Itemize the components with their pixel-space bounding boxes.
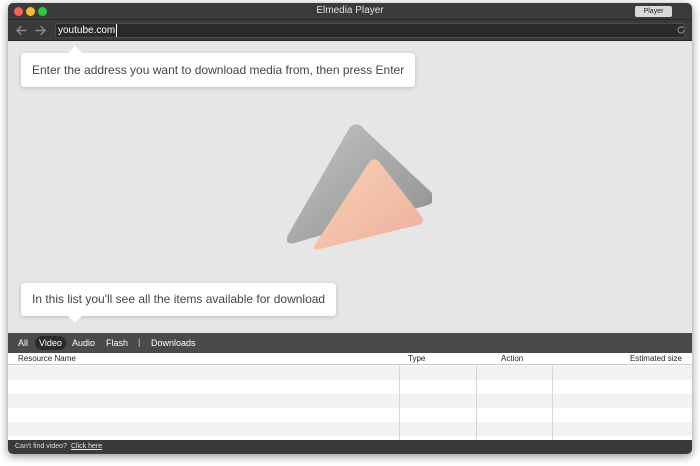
status-text: Can't find video? xyxy=(15,443,67,450)
column-header-type[interactable]: Type xyxy=(408,353,430,365)
filter-separator: | xyxy=(138,337,141,347)
player-button[interactable]: Player xyxy=(635,6,672,17)
column-header-estimated-size[interactable]: Estimated size xyxy=(630,353,682,365)
window-title: Elmedia Player xyxy=(316,5,384,16)
filter-video-tab[interactable]: Video xyxy=(35,336,66,350)
table-row xyxy=(8,380,692,394)
resource-table: Resource Name Type Action Estimated size xyxy=(8,353,692,440)
table-row xyxy=(8,394,692,408)
address-bar: youtube.com xyxy=(8,20,692,41)
column-divider xyxy=(476,353,477,440)
back-arrow-icon[interactable] xyxy=(14,24,28,37)
title-bar: Elmedia Player Player xyxy=(8,3,692,20)
column-header-action[interactable]: Action xyxy=(501,353,523,365)
reload-icon[interactable] xyxy=(676,25,686,35)
click-here-link[interactable]: Click here xyxy=(71,440,102,454)
status-bar: Can't find video? Click here xyxy=(8,440,692,454)
filter-all-tab[interactable]: All xyxy=(14,336,32,350)
list-hint-tooltip: In this list you'll see all the items av… xyxy=(21,283,337,323)
url-text: youtube.com xyxy=(58,24,118,37)
forward-arrow-icon[interactable] xyxy=(34,24,48,37)
filter-flash-tab[interactable]: Flash xyxy=(102,336,132,350)
table-header: Resource Name Type Action Estimated size xyxy=(8,353,692,365)
column-divider xyxy=(552,353,553,440)
filter-bar: All Video Audio Flash | Downloads xyxy=(8,333,692,353)
app-window: Elmedia Player Player youtube.com Enter … xyxy=(8,3,692,454)
table-row xyxy=(8,408,692,422)
url-hint-tooltip: Enter the address you want to download m… xyxy=(21,46,416,87)
url-input[interactable]: youtube.com xyxy=(55,23,685,38)
table-row xyxy=(8,366,692,380)
filter-audio-tab[interactable]: Audio xyxy=(68,336,99,350)
elmedia-logo xyxy=(286,124,432,250)
column-divider xyxy=(399,353,400,440)
table-row xyxy=(8,422,692,436)
downloads-tab[interactable]: Downloads xyxy=(147,336,200,350)
column-header-resource-name[interactable]: Resource Name xyxy=(18,353,76,365)
